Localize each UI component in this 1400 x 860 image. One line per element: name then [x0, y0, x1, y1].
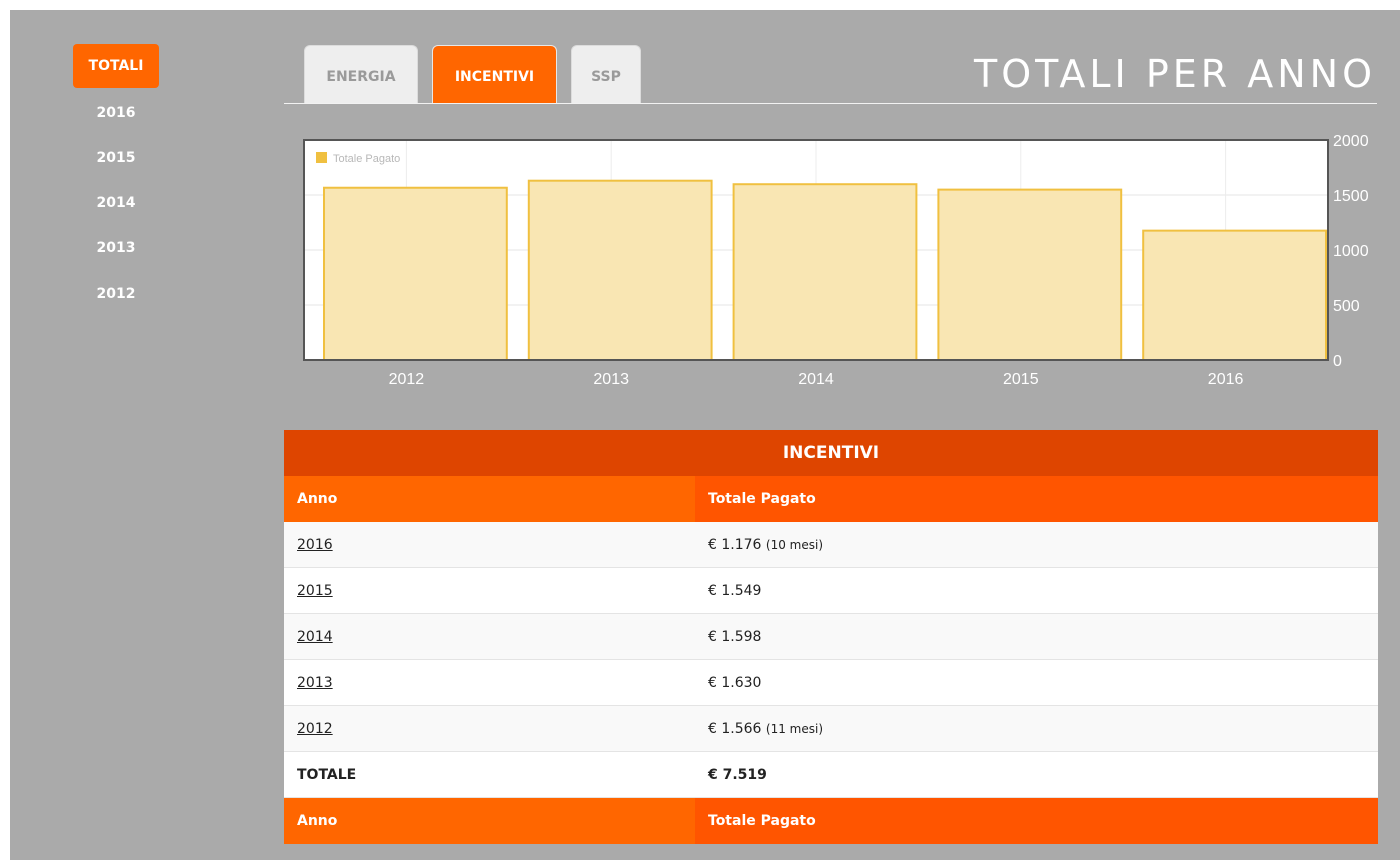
table-footer-row: Anno Totale Pagato: [284, 798, 1378, 844]
table-row: 2012 € 1.566 (11 mesi): [284, 706, 1378, 752]
legend-label: Totale Pagato: [333, 153, 400, 165]
year-link-2012[interactable]: 2012: [297, 721, 333, 737]
bar-2016: [1142, 229, 1327, 361]
x-tick-label-2014: 2014: [798, 371, 834, 388]
incentivi-table: INCENTIVI Anno Totale Pagato 2016 € 1.17…: [284, 430, 1378, 844]
bar-chart: 0 500 1000 1500 2000 2012 2013 2014 2015 2016 Tota…: [303, 133, 1369, 388]
column-header-anno: Anno: [284, 476, 695, 522]
bar-2014: [732, 183, 918, 361]
months-note: (10 mesi): [765, 538, 823, 552]
y-tick-label-0: 0: [1333, 353, 1342, 370]
amount-value: € 1.598: [708, 629, 762, 645]
bar-2013: [527, 179, 713, 361]
total-value: € 7.519: [695, 752, 1378, 797]
x-tick-label-2015: 2015: [1003, 371, 1039, 388]
table-header-row: Anno Totale Pagato: [284, 476, 1378, 522]
footer-header-totale-pagato: Totale Pagato: [695, 798, 1378, 844]
column-header-totale-pagato: Totale Pagato: [695, 476, 1378, 522]
table-row: 2016 € 1.176 (10 mesi): [284, 522, 1378, 568]
amount-value: € 1.630: [708, 675, 762, 691]
y-tick-label-2000: 2000: [1333, 133, 1369, 150]
bar-2015: [937, 188, 1123, 361]
bar-2012: [323, 186, 508, 361]
year-link-2016[interactable]: 2016: [297, 537, 333, 553]
table-total-row: TOTALE € 7.519: [284, 752, 1378, 798]
year-link-2013[interactable]: 2013: [297, 675, 333, 691]
year-link-2014[interactable]: 2014: [297, 629, 333, 645]
y-tick-label-500: 500: [1333, 298, 1360, 315]
table-row: 2014 € 1.598: [284, 614, 1378, 660]
footer-header-anno: Anno: [284, 798, 695, 844]
amount-value: € 1.549: [708, 583, 762, 599]
y-tick-label-1500: 1500: [1333, 188, 1369, 205]
amount-value: € 1.176: [708, 537, 762, 553]
x-tick-label-2013: 2013: [593, 371, 629, 388]
total-label: TOTALE: [284, 752, 695, 797]
x-tick-label-2016: 2016: [1208, 371, 1244, 388]
y-tick-label-1000: 1000: [1333, 243, 1369, 260]
year-link-2015[interactable]: 2015: [297, 583, 333, 599]
app-background: TOTALI 2016 2015 2014 2013 2012 ENERGIA …: [10, 10, 1400, 860]
x-tick-label-2012: 2012: [389, 371, 425, 388]
months-note: (11 mesi): [765, 722, 823, 736]
legend-swatch: [316, 152, 327, 163]
table-row: 2013 € 1.630: [284, 660, 1378, 706]
table-row: 2015 € 1.549: [284, 568, 1378, 614]
table-title: INCENTIVI: [284, 430, 1378, 476]
amount-value: € 1.566: [708, 721, 762, 737]
